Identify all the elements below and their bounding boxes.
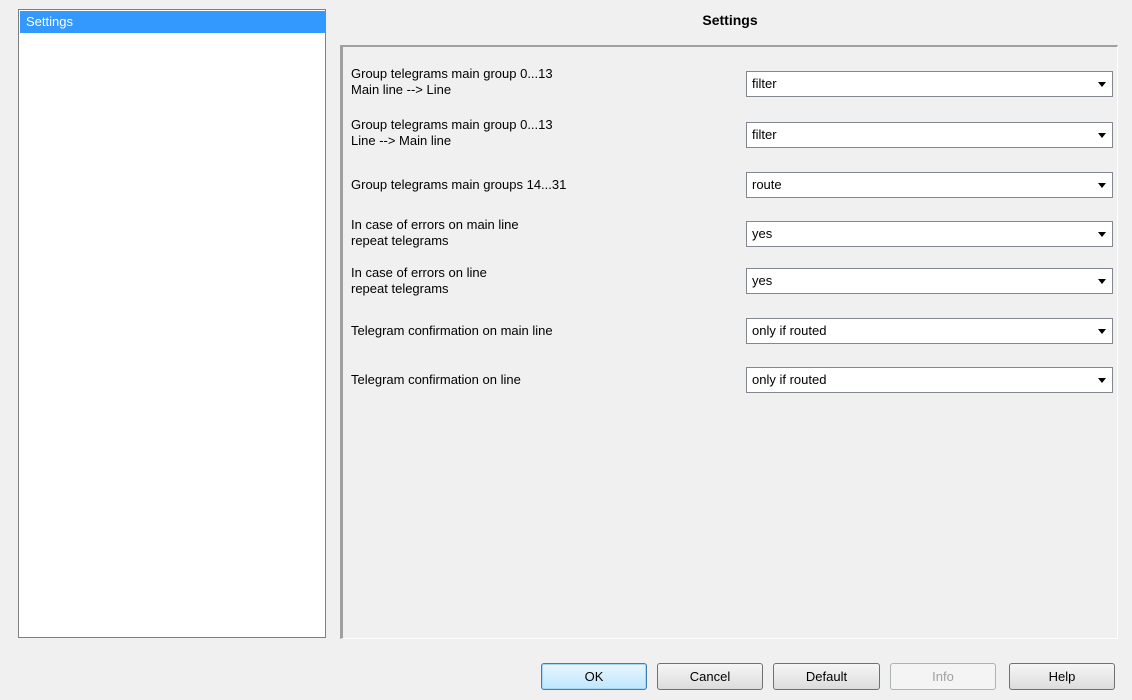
param-label: Group telegrams main groups 14...31 bbox=[351, 177, 566, 193]
select-value: only if routed bbox=[752, 372, 827, 387]
cancel-button[interactable]: Cancel bbox=[657, 663, 763, 690]
repeat-main-line-select[interactable]: yes bbox=[746, 221, 1113, 247]
page-title: Settings bbox=[702, 12, 758, 28]
param-row: Group telegrams main groups 14...31 rout… bbox=[343, 170, 1117, 210]
param-row: Telegram confirmation on line only if ro… bbox=[343, 366, 1117, 406]
chevron-down-icon bbox=[1098, 329, 1106, 334]
select-value: route bbox=[752, 177, 782, 192]
chevron-down-icon bbox=[1098, 133, 1106, 138]
confirmation-line-select[interactable]: only if routed bbox=[746, 367, 1113, 393]
chevron-down-icon bbox=[1098, 279, 1106, 284]
param-label-line2: Main line --> Line bbox=[351, 82, 452, 97]
param-label: Group telegrams main group 0...13 Line -… bbox=[351, 117, 553, 149]
param-label: In case of errors on main line repeat te… bbox=[351, 217, 519, 249]
param-label: In case of errors on line repeat telegra… bbox=[351, 265, 487, 297]
main-groups-14-31-select[interactable]: route bbox=[746, 172, 1113, 198]
param-label: Telegram confirmation on main line bbox=[351, 323, 553, 339]
default-button[interactable]: Default bbox=[773, 663, 880, 690]
param-label-line1: Group telegrams main groups 14...31 bbox=[351, 177, 567, 192]
chevron-down-icon bbox=[1098, 232, 1106, 237]
param-row: Group telegrams main group 0...13 Line -… bbox=[343, 116, 1117, 156]
param-label-line2: repeat telegrams bbox=[351, 233, 449, 248]
chevron-down-icon bbox=[1098, 378, 1106, 383]
param-label-line2: Line --> Main line bbox=[351, 133, 452, 148]
tree-item-settings[interactable]: Settings bbox=[20, 11, 326, 33]
main-to-line-filter-select[interactable]: filter bbox=[746, 71, 1113, 97]
param-label-line1: Telegram confirmation on line bbox=[351, 372, 521, 387]
select-value: yes bbox=[752, 273, 773, 288]
param-row: Group telegrams main group 0...13 Main l… bbox=[343, 64, 1117, 104]
param-label-line1: In case of errors on line bbox=[351, 265, 487, 280]
param-label-line1: Telegram confirmation on main line bbox=[351, 323, 553, 338]
settings-dialog: Settings Settings Group telegrams main g… bbox=[0, 0, 1132, 700]
param-label: Group telegrams main group 0...13 Main l… bbox=[351, 66, 553, 98]
parameter-panel: Group telegrams main group 0...13 Main l… bbox=[340, 45, 1118, 639]
info-button: Info bbox=[890, 663, 996, 690]
param-row: In case of errors on main line repeat te… bbox=[343, 217, 1117, 257]
help-button[interactable]: Help bbox=[1009, 663, 1115, 690]
ok-button[interactable]: OK bbox=[541, 663, 647, 690]
param-row: In case of errors on line repeat telegra… bbox=[343, 263, 1117, 303]
param-label-line1: In case of errors on main line bbox=[351, 217, 519, 232]
chevron-down-icon bbox=[1098, 183, 1106, 188]
param-label-line1: Group telegrams main group 0...13 bbox=[351, 117, 553, 132]
select-value: only if routed bbox=[752, 323, 827, 338]
confirmation-main-line-select[interactable]: only if routed bbox=[746, 318, 1113, 344]
param-label: Telegram confirmation on line bbox=[351, 372, 521, 388]
repeat-line-select[interactable]: yes bbox=[746, 268, 1113, 294]
select-value: yes bbox=[752, 226, 773, 241]
parameter-tree: Settings bbox=[18, 9, 326, 638]
param-label-line2: repeat telegrams bbox=[351, 281, 449, 296]
select-value: filter bbox=[752, 127, 777, 142]
select-value: filter bbox=[752, 76, 777, 91]
param-label-line1: Group telegrams main group 0...13 bbox=[351, 66, 553, 81]
line-to-main-filter-select[interactable]: filter bbox=[746, 122, 1113, 148]
param-row: Telegram confirmation on main line only … bbox=[343, 317, 1117, 357]
chevron-down-icon bbox=[1098, 82, 1106, 87]
